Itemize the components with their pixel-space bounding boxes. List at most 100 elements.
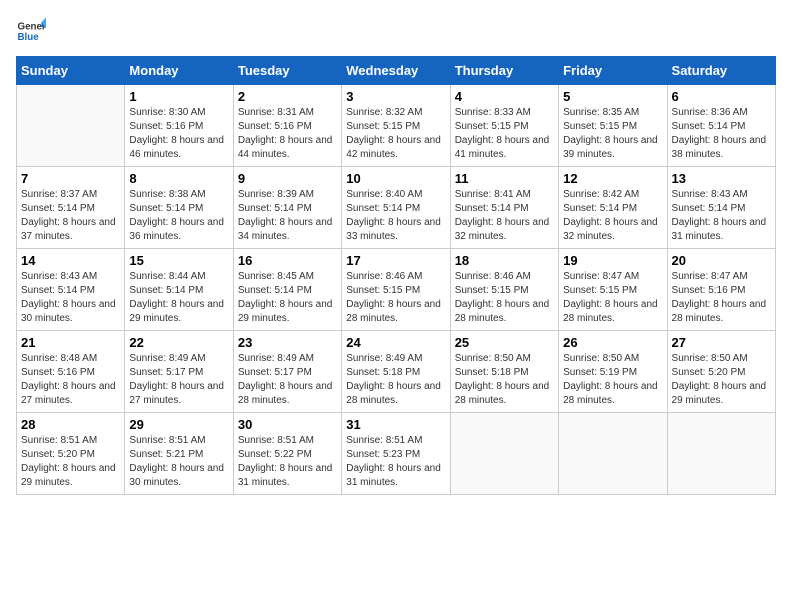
day-number: 19 [563,253,662,268]
calendar-cell: 18 Sunrise: 8:46 AMSunset: 5:15 PMDayligh… [450,249,558,331]
calendar-cell: 11 Sunrise: 8:41 AMSunset: 5:14 PMDayligh… [450,167,558,249]
day-number: 6 [672,89,771,104]
day-number: 8 [129,171,228,186]
day-number: 22 [129,335,228,350]
day-number: 25 [455,335,554,350]
calendar-cell: 19 Sunrise: 8:47 AMSunset: 5:15 PMDayligh… [559,249,667,331]
day-detail: Sunrise: 8:38 AMSunset: 5:14 PMDaylight:… [129,188,228,244]
day-detail: Sunrise: 8:41 AMSunset: 5:14 PMDaylight:… [455,188,554,244]
day-number: 29 [129,417,228,432]
day-detail: Sunrise: 8:50 AMSunset: 5:19 PMDaylight:… [563,352,662,408]
day-detail: Sunrise: 8:49 AMSunset: 5:18 PMDaylight:… [346,352,445,408]
calendar-cell: 23 Sunrise: 8:49 AMSunset: 5:17 PMDayligh… [233,331,341,413]
calendar-cell: 5Sunrise: 8:35 AMSunset: 5:15 PMDaylight… [559,85,667,167]
calendar-cell: 14 Sunrise: 8:43 AMSunset: 5:14 PMDayligh… [17,249,125,331]
calendar-cell [559,413,667,495]
weekday-header-cell: Wednesday [342,57,450,85]
day-detail: Sunrise: 8:32 AMSunset: 5:15 PMDaylight:… [346,106,445,162]
day-number: 9 [238,171,337,186]
day-number: 11 [455,171,554,186]
day-detail: Sunrise: 8:43 AMSunset: 5:14 PMDaylight:… [21,270,120,326]
day-number: 31 [346,417,445,432]
weekday-header-cell: Tuesday [233,57,341,85]
day-detail: Sunrise: 8:40 AMSunset: 5:14 PMDaylight:… [346,188,445,244]
weekday-header-cell: Sunday [17,57,125,85]
day-detail: Sunrise: 8:51 AMSunset: 5:23 PMDaylight:… [346,434,445,490]
calendar-cell: 6Sunrise: 8:36 AMSunset: 5:14 PMDaylight… [667,85,775,167]
day-number: 1 [129,89,228,104]
calendar-cell: 28 Sunrise: 8:51 AMSunset: 5:20 PMDayligh… [17,413,125,495]
logo-icon: General Blue [16,16,46,46]
calendar-cell: 29Sunrise: 8:51 AMSunset: 5:21 PMDayligh… [125,413,233,495]
calendar-cell: 3 Sunrise: 8:32 AMSunset: 5:15 PMDaylight… [342,85,450,167]
day-number: 17 [346,253,445,268]
calendar-cell: 15 Sunrise: 8:44 AMSunset: 5:14 PMDayligh… [125,249,233,331]
calendar-cell: 20 Sunrise: 8:47 AMSunset: 5:16 PMDayligh… [667,249,775,331]
day-number: 24 [346,335,445,350]
calendar-cell: 1 Sunrise: 8:30 AMSunset: 5:16 PMDaylight… [125,85,233,167]
day-number: 23 [238,335,337,350]
calendar-cell: 30Sunrise: 8:51 AMSunset: 5:22 PMDayligh… [233,413,341,495]
calendar-cell: 25 Sunrise: 8:50 AMSunset: 5:18 PMDayligh… [450,331,558,413]
calendar-cell: 21 Sunrise: 8:48 AMSunset: 5:16 PMDayligh… [17,331,125,413]
calendar-cell: 8 Sunrise: 8:38 AMSunset: 5:14 PMDaylight… [125,167,233,249]
logo: General Blue [16,16,46,46]
day-detail: Sunrise: 8:45 AMSunset: 5:14 PMDaylight:… [238,270,337,326]
weekday-header-cell: Thursday [450,57,558,85]
calendar-cell: 13Sunrise: 8:43 AMSunset: 5:14 PMDayligh… [667,167,775,249]
day-detail: Sunrise: 8:50 AMSunset: 5:20 PMDaylight:… [672,352,771,408]
weekday-header-cell: Saturday [667,57,775,85]
day-number: 18 [455,253,554,268]
day-detail: Sunrise: 8:51 AMSunset: 5:20 PMDaylight:… [21,434,120,490]
day-number: 28 [21,417,120,432]
day-detail: Sunrise: 8:47 AMSunset: 5:16 PMDaylight:… [672,270,771,326]
day-detail: Sunrise: 8:39 AMSunset: 5:14 PMDaylight:… [238,188,337,244]
calendar-cell: 9 Sunrise: 8:39 AMSunset: 5:14 PMDaylight… [233,167,341,249]
calendar-cell: 10 Sunrise: 8:40 AMSunset: 5:14 PMDayligh… [342,167,450,249]
day-number: 14 [21,253,120,268]
calendar-week-row: 14 Sunrise: 8:43 AMSunset: 5:14 PMDayligh… [17,249,776,331]
calendar-cell: 2 Sunrise: 8:31 AMSunset: 5:16 PMDaylight… [233,85,341,167]
day-number: 16 [238,253,337,268]
calendar-week-row: 21 Sunrise: 8:48 AMSunset: 5:16 PMDayligh… [17,331,776,413]
day-detail: Sunrise: 8:33 AMSunset: 5:15 PMDaylight:… [455,106,554,162]
day-number: 10 [346,171,445,186]
day-detail: Sunrise: 8:31 AMSunset: 5:16 PMDaylight:… [238,106,337,162]
calendar-cell: 31 Sunrise: 8:51 AMSunset: 5:23 PMDayligh… [342,413,450,495]
svg-text:Blue: Blue [18,32,40,43]
day-number: 21 [21,335,120,350]
day-number: 7 [21,171,120,186]
calendar-cell [450,413,558,495]
day-detail: Sunrise: 8:50 AMSunset: 5:18 PMDaylight:… [455,352,554,408]
calendar-cell [17,85,125,167]
calendar-week-row: 1 Sunrise: 8:30 AMSunset: 5:16 PMDaylight… [17,85,776,167]
day-number: 2 [238,89,337,104]
calendar-cell: 22 Sunrise: 8:49 AMSunset: 5:17 PMDayligh… [125,331,233,413]
weekday-header-row: SundayMondayTuesdayWednesdayThursdayFrid… [17,57,776,85]
day-detail: Sunrise: 8:46 AMSunset: 5:15 PMDaylight:… [455,270,554,326]
day-number: 15 [129,253,228,268]
calendar-cell: 17Sunrise: 8:46 AMSunset: 5:15 PMDayligh… [342,249,450,331]
calendar-week-row: 28 Sunrise: 8:51 AMSunset: 5:20 PMDayligh… [17,413,776,495]
day-detail: Sunrise: 8:49 AMSunset: 5:17 PMDaylight:… [129,352,228,408]
day-number: 12 [563,171,662,186]
calendar-table: SundayMondayTuesdayWednesdayThursdayFrid… [16,56,776,495]
calendar-cell: 16 Sunrise: 8:45 AMSunset: 5:14 PMDayligh… [233,249,341,331]
day-detail: Sunrise: 8:48 AMSunset: 5:16 PMDaylight:… [21,352,120,408]
calendar-cell [667,413,775,495]
day-number: 26 [563,335,662,350]
day-detail: Sunrise: 8:30 AMSunset: 5:16 PMDaylight:… [129,106,228,162]
calendar-cell: 26 Sunrise: 8:50 AMSunset: 5:19 PMDayligh… [559,331,667,413]
calendar-cell: 24 Sunrise: 8:49 AMSunset: 5:18 PMDayligh… [342,331,450,413]
calendar-cell: 12 Sunrise: 8:42 AMSunset: 5:14 PMDayligh… [559,167,667,249]
day-detail: Sunrise: 8:51 AMSunset: 5:22 PMDaylight:… [238,434,337,490]
day-detail: Sunrise: 8:49 AMSunset: 5:17 PMDaylight:… [238,352,337,408]
day-detail: Sunrise: 8:35 AMSunset: 5:15 PMDaylight:… [563,106,662,162]
day-detail: Sunrise: 8:47 AMSunset: 5:15 PMDaylight:… [563,270,662,326]
day-detail: Sunrise: 8:42 AMSunset: 5:14 PMDaylight:… [563,188,662,244]
day-number: 20 [672,253,771,268]
day-number: 3 [346,89,445,104]
day-detail: Sunrise: 8:44 AMSunset: 5:14 PMDaylight:… [129,270,228,326]
weekday-header-cell: Monday [125,57,233,85]
day-number: 13 [672,171,771,186]
